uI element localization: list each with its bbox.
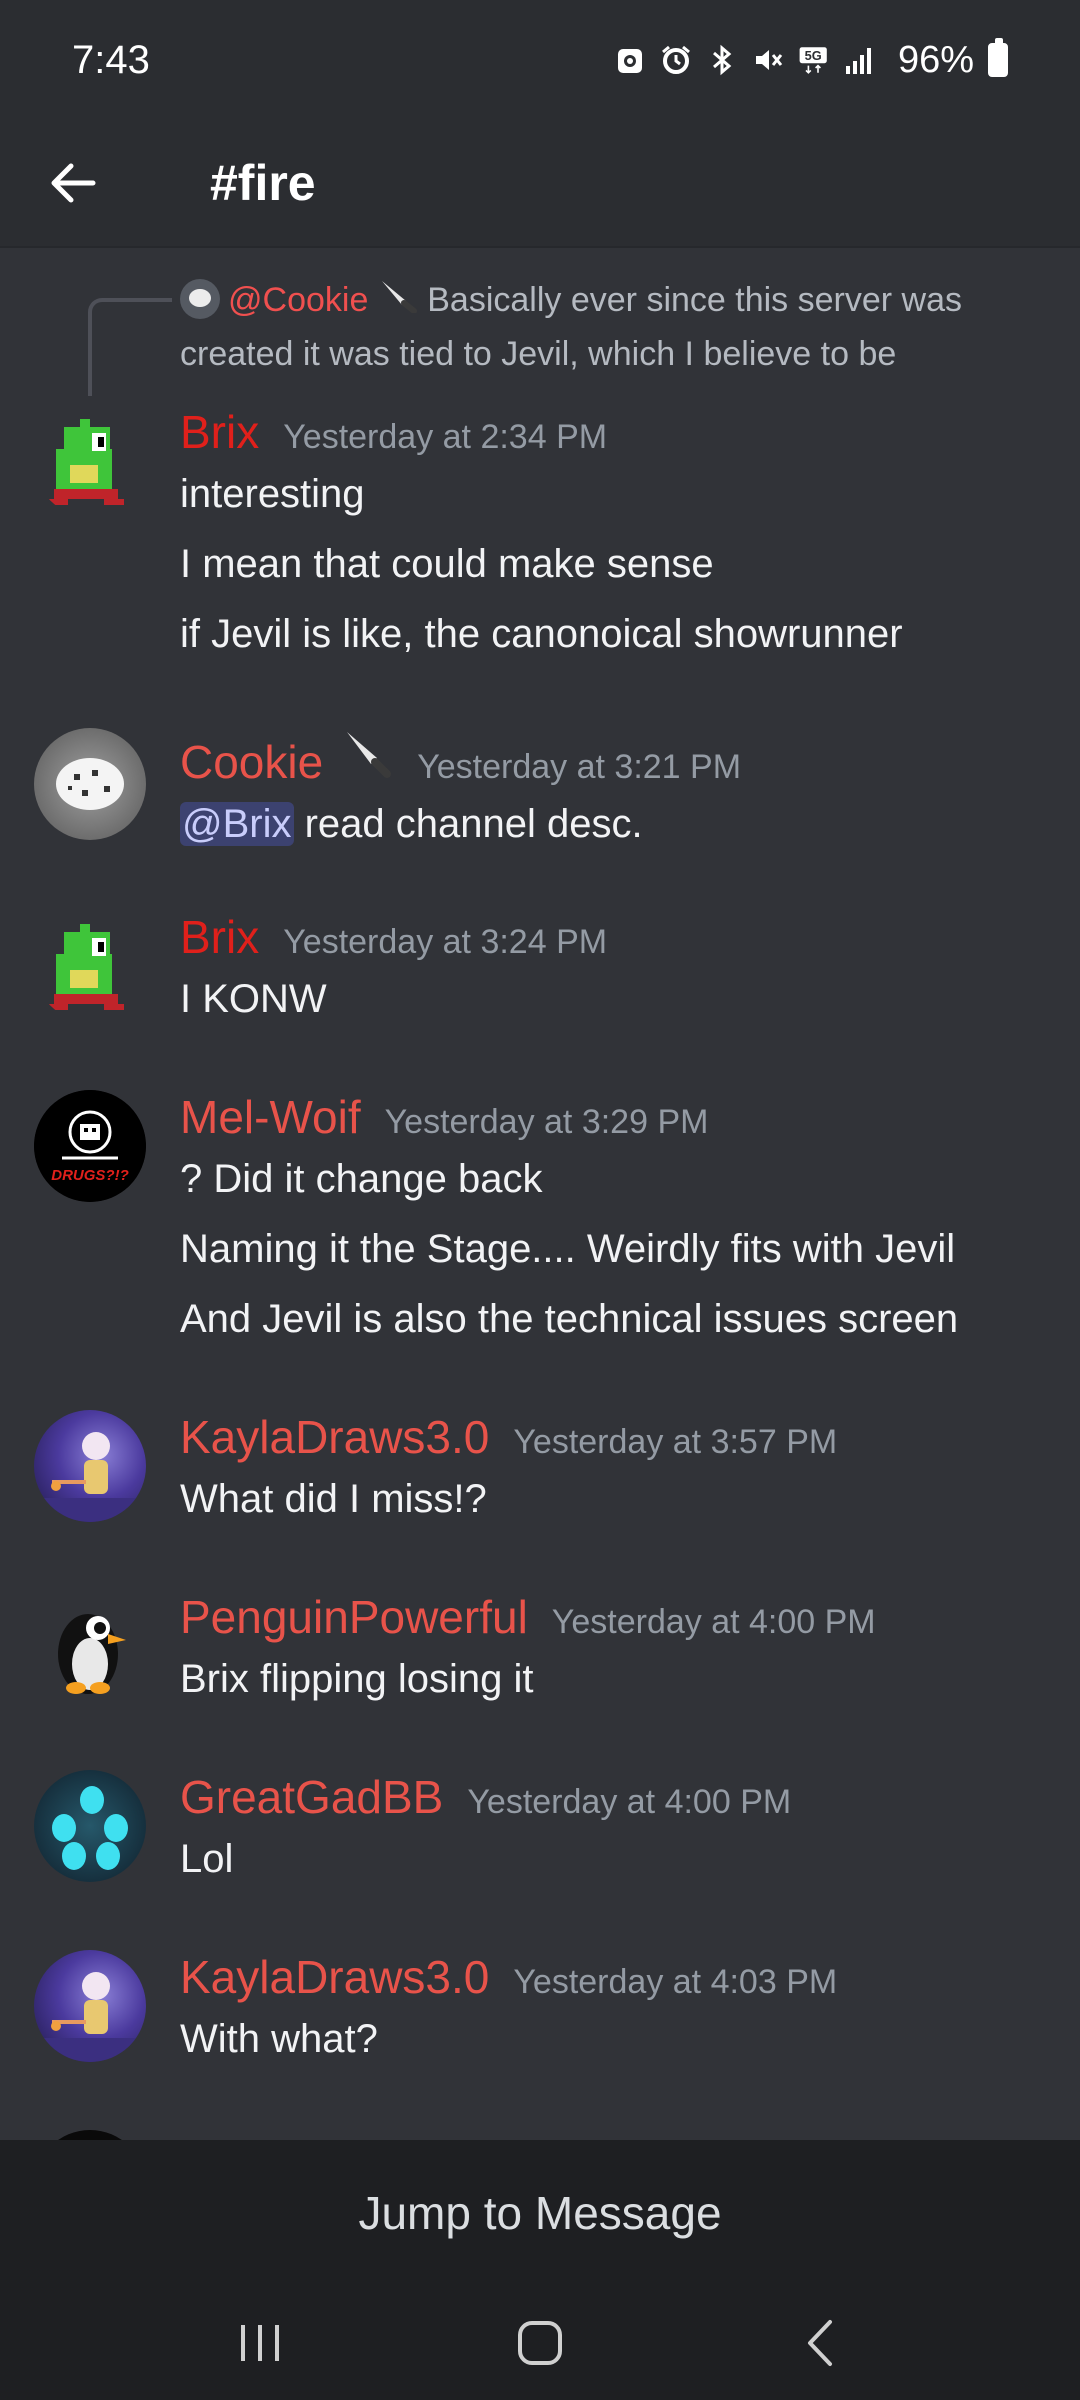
timestamp: Yesterday at 2:34 PM: [283, 418, 608, 456]
avatar-partial[interactable]: [34, 2130, 146, 2140]
mute-icon: [752, 44, 784, 76]
knife-icon: [378, 276, 418, 328]
username[interactable]: KaylaDraws3.0: [180, 1950, 489, 2004]
username[interactable]: PenguinPowerful: [180, 1590, 528, 1644]
svg-text:DRUGS?!?: DRUGS?!?: [51, 1167, 129, 1184]
battery-percent: 96%: [897, 38, 974, 81]
message-body: PenguinPowerful Yesterday at 4:00 PM Bri…: [180, 1590, 1060, 1714]
home-button[interactable]: [500, 2303, 580, 2383]
message-body: Mel-Woif Yesterday at 3:29 PM ? Did it c…: [180, 1090, 1060, 1354]
penguin-avatar-icon: [58, 1614, 126, 1694]
avatar-greatgadbb[interactable]: [34, 1770, 146, 1882]
message-line: With what?: [180, 2017, 378, 2061]
timestamp: Yesterday at 3:21 PM: [417, 748, 742, 786]
avatar-brix[interactable]: [34, 910, 146, 1022]
message-line: I KONW: [180, 977, 327, 1021]
timestamp: Yesterday at 4:00 PM: [551, 1603, 876, 1641]
username[interactable]: Brix: [180, 405, 259, 459]
recents-button[interactable]: [220, 2303, 300, 2383]
message-body: Brix Yesterday at 2:34 PM interesting I …: [180, 405, 1060, 669]
signal-icon: [844, 44, 876, 76]
mention[interactable]: @Brix: [180, 802, 294, 846]
arrow-left-icon: [51, 163, 96, 203]
message-line: And Jevil is also the technical issues s…: [180, 1297, 959, 1341]
username[interactable]: KaylaDraws3.0: [180, 1410, 489, 1464]
timestamp: Yesterday at 3:29 PM: [384, 1103, 709, 1141]
reply-preview[interactable]: @Cookie Basically ever since this server…: [180, 274, 1030, 380]
message-header: Mel-Woif Yesterday at 3:29 PM: [180, 1090, 1060, 1144]
svg-text:5G: 5G: [805, 48, 822, 63]
battery-icon: [988, 38, 1008, 77]
status-bar: 7:43 5G 96%: [0, 0, 1080, 120]
username[interactable]: Mel-Woif: [180, 1090, 361, 1144]
home-icon: [518, 2321, 562, 2365]
message-line: Naming it the Stage.... Weirdly fits wit…: [180, 1227, 956, 1271]
jump-to-message-label: Jump to Message: [358, 2187, 722, 2239]
message-header: GreatGadBB Yesterday at 4:00 PM: [180, 1770, 1060, 1824]
channel-header: #fire: [0, 120, 1080, 248]
photo-saver-icon: [614, 44, 646, 76]
message-header: PenguinPowerful Yesterday at 4:00 PM: [180, 1590, 1060, 1644]
message-header: Brix Yesterday at 2:34 PM: [180, 405, 1060, 459]
cookie-avatar-icon: [56, 758, 124, 810]
message-line: Lol: [180, 1837, 234, 1881]
message-header: KaylaDraws3.0 Yesterday at 3:57 PM: [180, 1410, 1060, 1464]
art-avatar-icon: [34, 1972, 146, 2062]
message-line: interesting: [180, 472, 365, 516]
dragon-avatar-icon: [48, 924, 124, 1010]
message-line: if Jevil is like, the canonoical showrun…: [180, 612, 903, 656]
username[interactable]: Cookie: [180, 735, 323, 789]
app-root: 7:43 5G 96% #fire @Cookie Basically ever…: [0, 0, 1080, 2400]
reply-text-line1: Basically ever since this server was: [417, 281, 962, 319]
avatar-penguinpowerful[interactable]: [34, 1590, 146, 1702]
back-icon: [808, 2320, 832, 2366]
5g-icon: 5G: [798, 44, 830, 76]
knife-icon: [341, 728, 393, 783]
meme-avatar-icon: DRUGS?!?: [34, 1090, 146, 1202]
message-body: GreatGadBB Yesterday at 4:00 PM Lol: [180, 1770, 1060, 1894]
message-header: Brix Yesterday at 3:24 PM: [180, 910, 1060, 964]
message-line: I mean that could make sense: [180, 542, 714, 586]
message-body: KaylaDraws3.0 Yesterday at 4:03 PM With …: [180, 1950, 1060, 2074]
message-body: KaylaDraws3.0 Yesterday at 3:57 PM What …: [180, 1410, 1060, 1534]
back-nav-button[interactable]: [780, 2303, 860, 2383]
message-line: ? Did it change back: [180, 1157, 543, 1201]
message-line: What did I miss!?: [180, 1477, 487, 1521]
message-line: @Brix read channel desc.: [180, 789, 1060, 859]
creatures-avatar-icon: [52, 1786, 128, 1870]
timestamp: Yesterday at 3:57 PM: [513, 1423, 838, 1461]
message-list[interactable]: @Cookie Basically ever since this server…: [0, 250, 1080, 2140]
jump-to-message-button[interactable]: Jump to Message: [0, 2140, 1080, 2286]
timestamp: Yesterday at 3:24 PM: [283, 923, 608, 961]
art-avatar-icon: [34, 1432, 146, 1522]
avatar-cookie[interactable]: [34, 728, 146, 840]
back-button[interactable]: [38, 148, 108, 218]
timestamp: Yesterday at 4:03 PM: [513, 1963, 838, 2001]
message-header: KaylaDraws3.0 Yesterday at 4:03 PM: [180, 1950, 1060, 2004]
message-body: Cookie Yesterday at 3:21 PM @Brix read c…: [180, 728, 1060, 859]
message-body: Brix Yesterday at 3:24 PM I KONW: [180, 910, 1060, 1034]
username[interactable]: Brix: [180, 910, 259, 964]
channel-title: #fire: [210, 155, 316, 211]
avatar-mel-woif[interactable]: DRUGS?!?: [34, 1090, 146, 1202]
reply-avatar: [180, 279, 220, 319]
username[interactable]: GreatGadBB: [180, 1770, 443, 1824]
message-line: Brix flipping losing it: [180, 1657, 534, 1701]
recents-icon: [241, 2325, 279, 2361]
message-header: Cookie Yesterday at 3:21 PM: [180, 728, 1060, 789]
status-icons: 5G 96%: [614, 38, 1008, 82]
avatar-kayladraws[interactable]: [34, 1950, 146, 2062]
status-time: 7:43: [72, 37, 150, 82]
reply-author: @Cookie: [228, 281, 369, 319]
avatar-brix[interactable]: [34, 405, 146, 517]
reply-connector: [88, 298, 172, 396]
alarm-icon: [660, 44, 692, 76]
bluetooth-icon: [706, 44, 738, 76]
system-nav-bar: [0, 2286, 1080, 2400]
reply-text-line2: created it was tied to Jevil, which I be…: [180, 335, 897, 374]
timestamp: Yesterday at 4:00 PM: [467, 1783, 792, 1821]
avatar-kayladraws[interactable]: [34, 1410, 146, 1522]
dragon-avatar-icon: [48, 419, 124, 505]
message-text: read channel desc.: [293, 802, 643, 846]
